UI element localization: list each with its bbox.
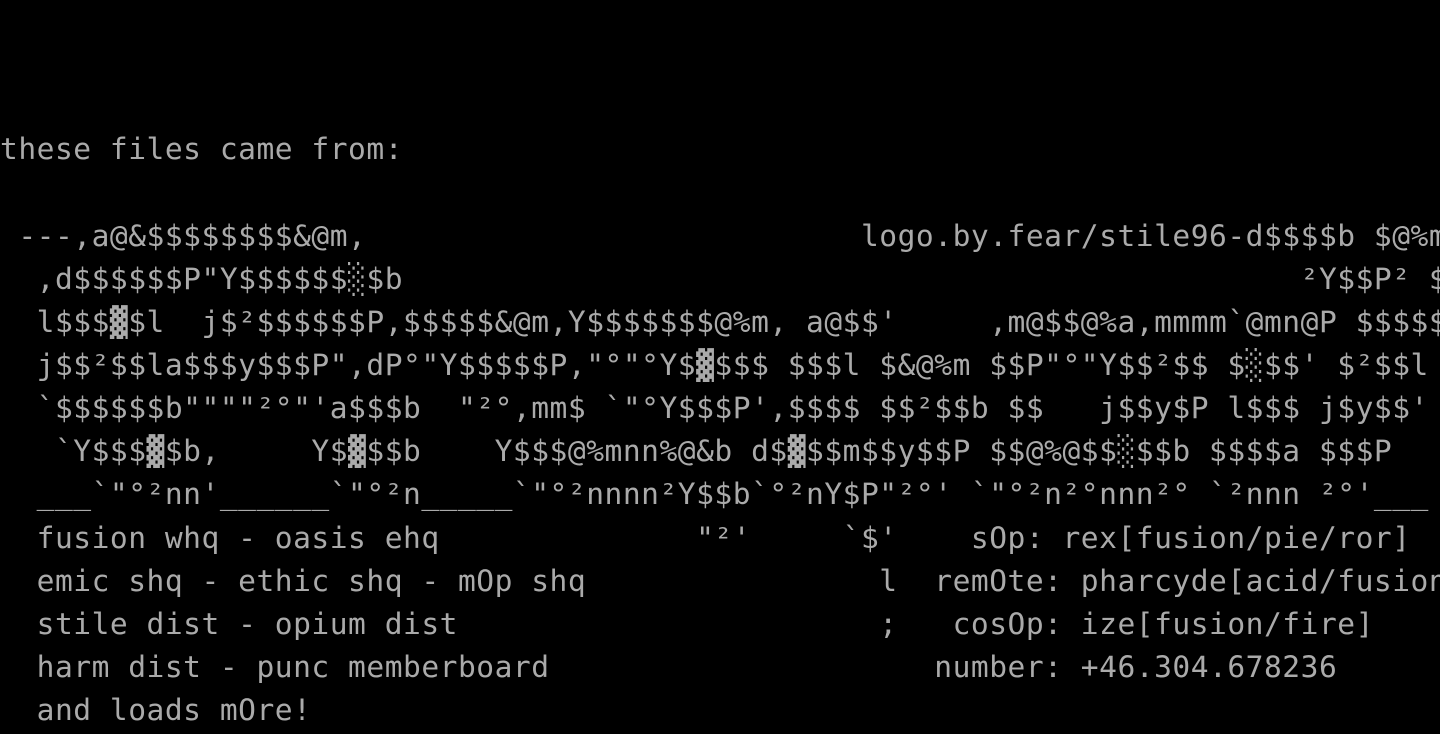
terminal-screen: these files came from: ---,a@&$$$$$$$$&@… [0, 0, 1440, 734]
ascii-logo-line-2: ,d$$$$$$P"Y$$$$$$░$b ²Y$$P² $$▓$l [0, 262, 1440, 296]
info-line-2: emic shq - ethic shq - mOp shq l remOte:… [0, 564, 1440, 598]
ascii-logo-line-4: j$$²$$la$$$y$$$P",dP°"Y$$$$$P,"°"°Y$▓$$$… [0, 348, 1429, 382]
info-line-1: fusion whq - oasis ehq "²' `$' sOp: rex[… [0, 521, 1411, 555]
info-line-4: harm dist - punc memberboard number: +46… [0, 650, 1338, 684]
info-line-3: stile dist - opium dist ; cosOp: ize[fus… [0, 607, 1374, 641]
info-line-5: and loads mOre! [0, 693, 312, 727]
ascii-logo-line-1: ---,a@&$$$$$$$$&@m, logo.by.fear/stile96… [0, 219, 1440, 253]
ascii-logo-line-3: l$$$▓$l j$²$$$$$$P,$$$$$&@m,Y$$$$$$$@%m,… [0, 305, 1440, 339]
header-text: these files came from: [0, 132, 404, 166]
ascii-logo-line-7: ___`"°²nn'______`"°²n_____`"°²nnnn²Y$$b`… [0, 477, 1429, 511]
ascii-logo-line-5: `$$$$$$b""""²°"'a$$$b "²°,mm$ `"°Y$$$P',… [0, 391, 1429, 425]
ascii-logo-line-6: `Y$$$▓$b, Y$▓$$b Y$$$@%mnn%@&b d$▓$$m$$y… [0, 434, 1393, 468]
